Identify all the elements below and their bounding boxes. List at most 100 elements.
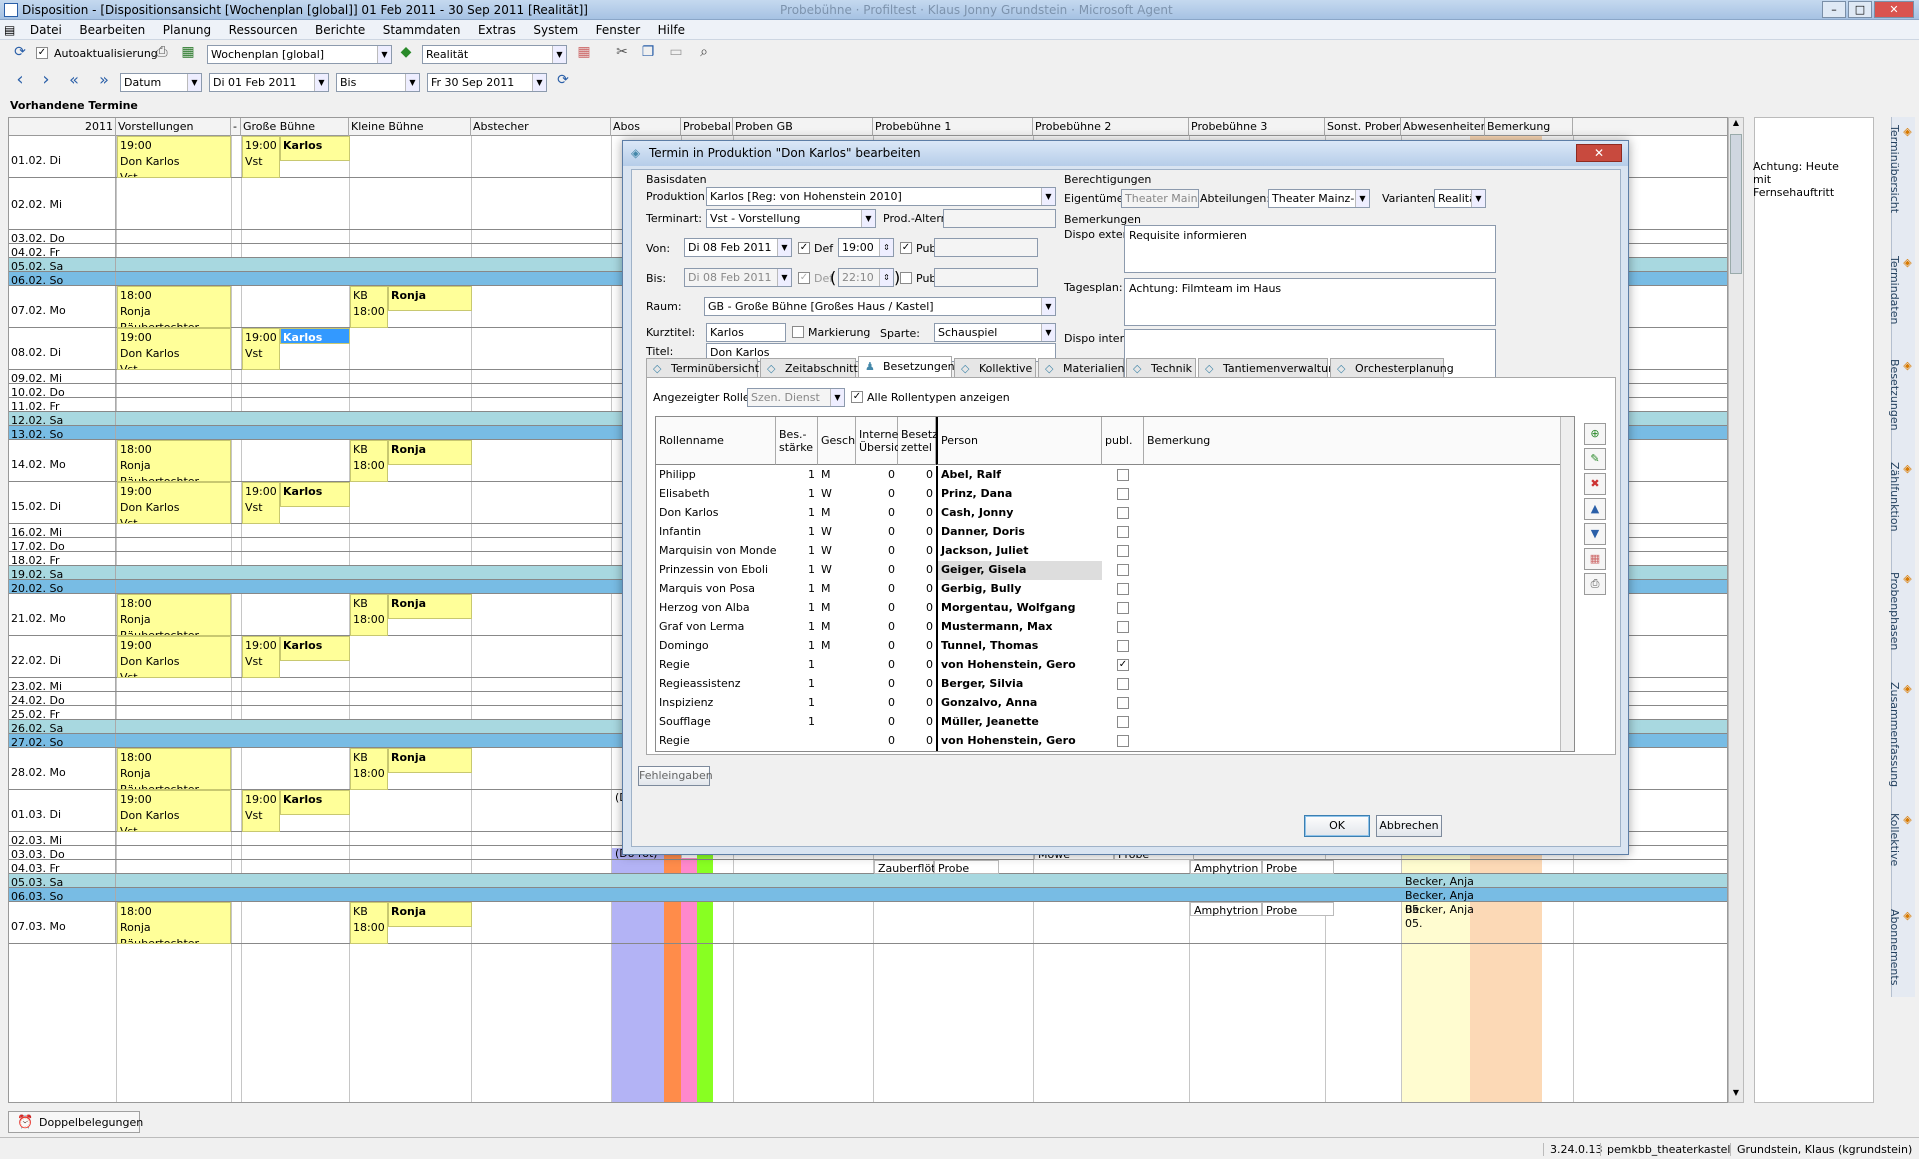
role-remark[interactable] xyxy=(1144,542,1544,561)
roles-scrollbar[interactable] xyxy=(1560,417,1574,751)
event-block[interactable]: 19:00 Don Karlos Vst xyxy=(117,636,231,678)
binoculars-icon[interactable]: ⌕ xyxy=(694,42,714,62)
von-pub-checkbox[interactable]: ✓ xyxy=(900,242,912,254)
sync-icon[interactable]: ⟳ xyxy=(553,70,573,90)
role-remark[interactable] xyxy=(1144,599,1544,618)
role-publ-checkbox[interactable] xyxy=(1117,640,1129,652)
event-block[interactable]: 18:00Ronja RäubertochterVst xyxy=(117,748,231,790)
event-title-block[interactable]: Ronja xyxy=(388,594,472,619)
role-remark[interactable] xyxy=(1144,675,1544,694)
raum-select[interactable]: GB - Große Bühne [Großes Haus / Kastel] ▼ xyxy=(704,297,1056,316)
role-publ-checkbox[interactable] xyxy=(1117,583,1129,595)
role-person[interactable]: Gerbig, Bully xyxy=(936,580,1102,599)
role-person[interactable]: Geiger, Gisela xyxy=(936,561,1102,580)
role-remark[interactable] xyxy=(1144,561,1544,580)
add-role-button[interactable]: ⊕ xyxy=(1584,423,1606,445)
role-remark[interactable] xyxy=(1144,656,1544,675)
eigentuemer-field[interactable]: Theater Mainz-K xyxy=(1121,189,1199,208)
kurztitel-field[interactable]: Karlos xyxy=(706,323,786,342)
produktion-select[interactable]: Karlos [Reg: von Hohenstein 2010] ▼ xyxy=(706,187,1056,206)
event-title-block[interactable]: Karlos xyxy=(280,636,350,661)
role-row[interactable]: Infantin 1 W 0 0 Danner, Doris xyxy=(656,523,1574,542)
scroll-down-arrow[interactable]: ▼ xyxy=(1729,1088,1743,1102)
role-publ-checkbox[interactable] xyxy=(1117,469,1129,481)
to-label-select[interactable]: Bis ▼ xyxy=(336,73,420,92)
event-block[interactable]: 19:00 Vst xyxy=(242,328,280,370)
excel-icon[interactable]: ▦ xyxy=(178,42,198,62)
event-block[interactable]: 18:00Ronja RäubertochterVst xyxy=(117,286,231,328)
bis-pub-checkbox[interactable] xyxy=(900,272,912,284)
varianten-select[interactable]: Realität ▼ xyxy=(1434,189,1486,208)
grid-cell[interactable]: Probe xyxy=(1262,902,1334,917)
grid-col-header[interactable]: Abos xyxy=(611,118,681,136)
right-dock-item[interactable]: ◈ Abonnements xyxy=(1888,909,1914,985)
right-dock-item[interactable]: ◈ Termindaten xyxy=(1888,256,1914,324)
role-row[interactable]: Marquisin von Mondekar1W00Jackson, Julie… xyxy=(656,542,1574,561)
print-roles-button[interactable]: ⎙ xyxy=(1584,573,1606,595)
markierung-checkbox[interactable] xyxy=(792,326,804,338)
roles-col-header[interactable]: Rollenname xyxy=(656,417,776,465)
variant-select[interactable]: Realität ▼ xyxy=(422,45,567,64)
von-pub-field[interactable] xyxy=(934,238,1038,257)
menu-planung[interactable]: Planung xyxy=(156,20,218,40)
event-title-block[interactable]: Karlos xyxy=(280,328,350,344)
menu-berichte[interactable]: Berichte xyxy=(308,20,372,40)
grid-icon[interactable]: ▦ xyxy=(574,42,594,62)
event-title-block[interactable]: Karlos xyxy=(280,136,350,161)
role-remark[interactable] xyxy=(1144,713,1544,732)
role-publ-checkbox[interactable] xyxy=(1117,507,1129,519)
minimize-button[interactable]: – xyxy=(1822,1,1846,18)
tab-zeitabschnitte[interactable]: ◇ Zeitabschnitte xyxy=(760,358,865,378)
role-publ-checkbox[interactable] xyxy=(1117,621,1129,633)
grid-cell[interactable]: Probe xyxy=(1262,860,1334,875)
plan-select[interactable]: Wochenplan [global] ▼ xyxy=(207,45,392,64)
role-publ-checkbox[interactable]: ✓ xyxy=(1117,659,1129,671)
role-person[interactable]: Danner, Doris xyxy=(936,523,1102,542)
rollentyp-select[interactable]: Szen. Dienst ▼ xyxy=(747,388,845,407)
role-row[interactable]: Domingo 1 M 0 0 Tunnel, Thomas xyxy=(656,637,1574,656)
grid-cell[interactable]: Becker, Anja 05. xyxy=(1402,888,1486,916)
role-row[interactable]: Don Karlos 1 M 0 0 Cash, Jonny xyxy=(656,504,1574,523)
role-remark[interactable] xyxy=(1144,694,1544,713)
event-block[interactable]: 19:00 Vst xyxy=(242,790,280,832)
grid-cell[interactable]: Amphytrion xyxy=(1190,902,1262,917)
scroll-up-arrow[interactable]: ▲ xyxy=(1729,118,1743,132)
tab-tantiemenverwaltung[interactable]: ◇ Tantiemenverwaltung xyxy=(1198,358,1342,378)
dialog-close-button[interactable]: ✕ xyxy=(1576,144,1622,162)
grid-col-header[interactable]: 2011 xyxy=(9,118,116,136)
bis-time-field[interactable]: 22:10 ⇕ xyxy=(838,268,894,287)
role-remark[interactable] xyxy=(1144,580,1544,599)
role-remark[interactable] xyxy=(1144,618,1544,637)
fehleingaben-button[interactable]: Fehleingaben xyxy=(638,766,713,786)
role-publ-checkbox[interactable] xyxy=(1117,488,1129,500)
event-block[interactable]: 19:00 Vst xyxy=(242,136,280,178)
von-def-checkbox[interactable]: ✓ xyxy=(798,242,810,254)
grid-row[interactable]: 06.03. So Becker, Anja 05. xyxy=(9,888,1727,916)
role-person[interactable]: Berger, Silvia xyxy=(936,675,1102,694)
role-row[interactable]: Prinzessin von Eboli 1 W 0 0 Geiger, Gisela xyxy=(656,561,1574,580)
grid-col-header[interactable]: - xyxy=(231,118,241,136)
event-block[interactable]: 18:00 Ronja Räubertochter xyxy=(117,902,231,944)
role-person[interactable]: Tunnel, Thomas xyxy=(936,637,1102,656)
role-publ-checkbox[interactable] xyxy=(1117,735,1129,747)
prev-fast-icon[interactable]: « xyxy=(64,70,84,90)
grid-row[interactable]: 07.03. Mo 18:00 Ronja Räubertochter KB 18:00… xyxy=(9,902,1727,944)
sparte-select[interactable]: Schauspiel ▼ xyxy=(934,323,1056,342)
print-icon[interactable]: ⎙ xyxy=(152,42,172,62)
grid-col-header[interactable]: Bemerkung xyxy=(1485,118,1573,136)
role-person[interactable]: Abel, Ralf xyxy=(936,466,1102,485)
role-row[interactable]: Marquis von Posa 1 M 0 0 Gerbig, Bully xyxy=(656,580,1574,599)
event-block[interactable]: 19:00 Don Karlos Vst xyxy=(117,136,231,178)
event-block[interactable]: KB 18:00 xyxy=(350,286,388,328)
close-button[interactable]: ✕ xyxy=(1874,1,1914,18)
roles-col-header[interactable]: publ. xyxy=(1102,417,1144,465)
ok-button[interactable]: OK xyxy=(1304,815,1370,837)
prev-icon[interactable]: ‹ xyxy=(10,70,30,90)
role-remark[interactable] xyxy=(1144,637,1544,656)
grid-cell[interactable]: Becker, Anja 05. xyxy=(1402,874,1486,902)
right-dock-item[interactable]: ◈ Zählfunktion xyxy=(1888,462,1914,532)
role-publ-checkbox[interactable] xyxy=(1117,564,1129,576)
abteilungen-select[interactable]: Theater Mainz-Ka ▼ xyxy=(1268,189,1370,208)
scroll-thumb[interactable] xyxy=(1730,134,1742,274)
menu-doc-icon[interactable]: ▤ xyxy=(0,20,19,40)
